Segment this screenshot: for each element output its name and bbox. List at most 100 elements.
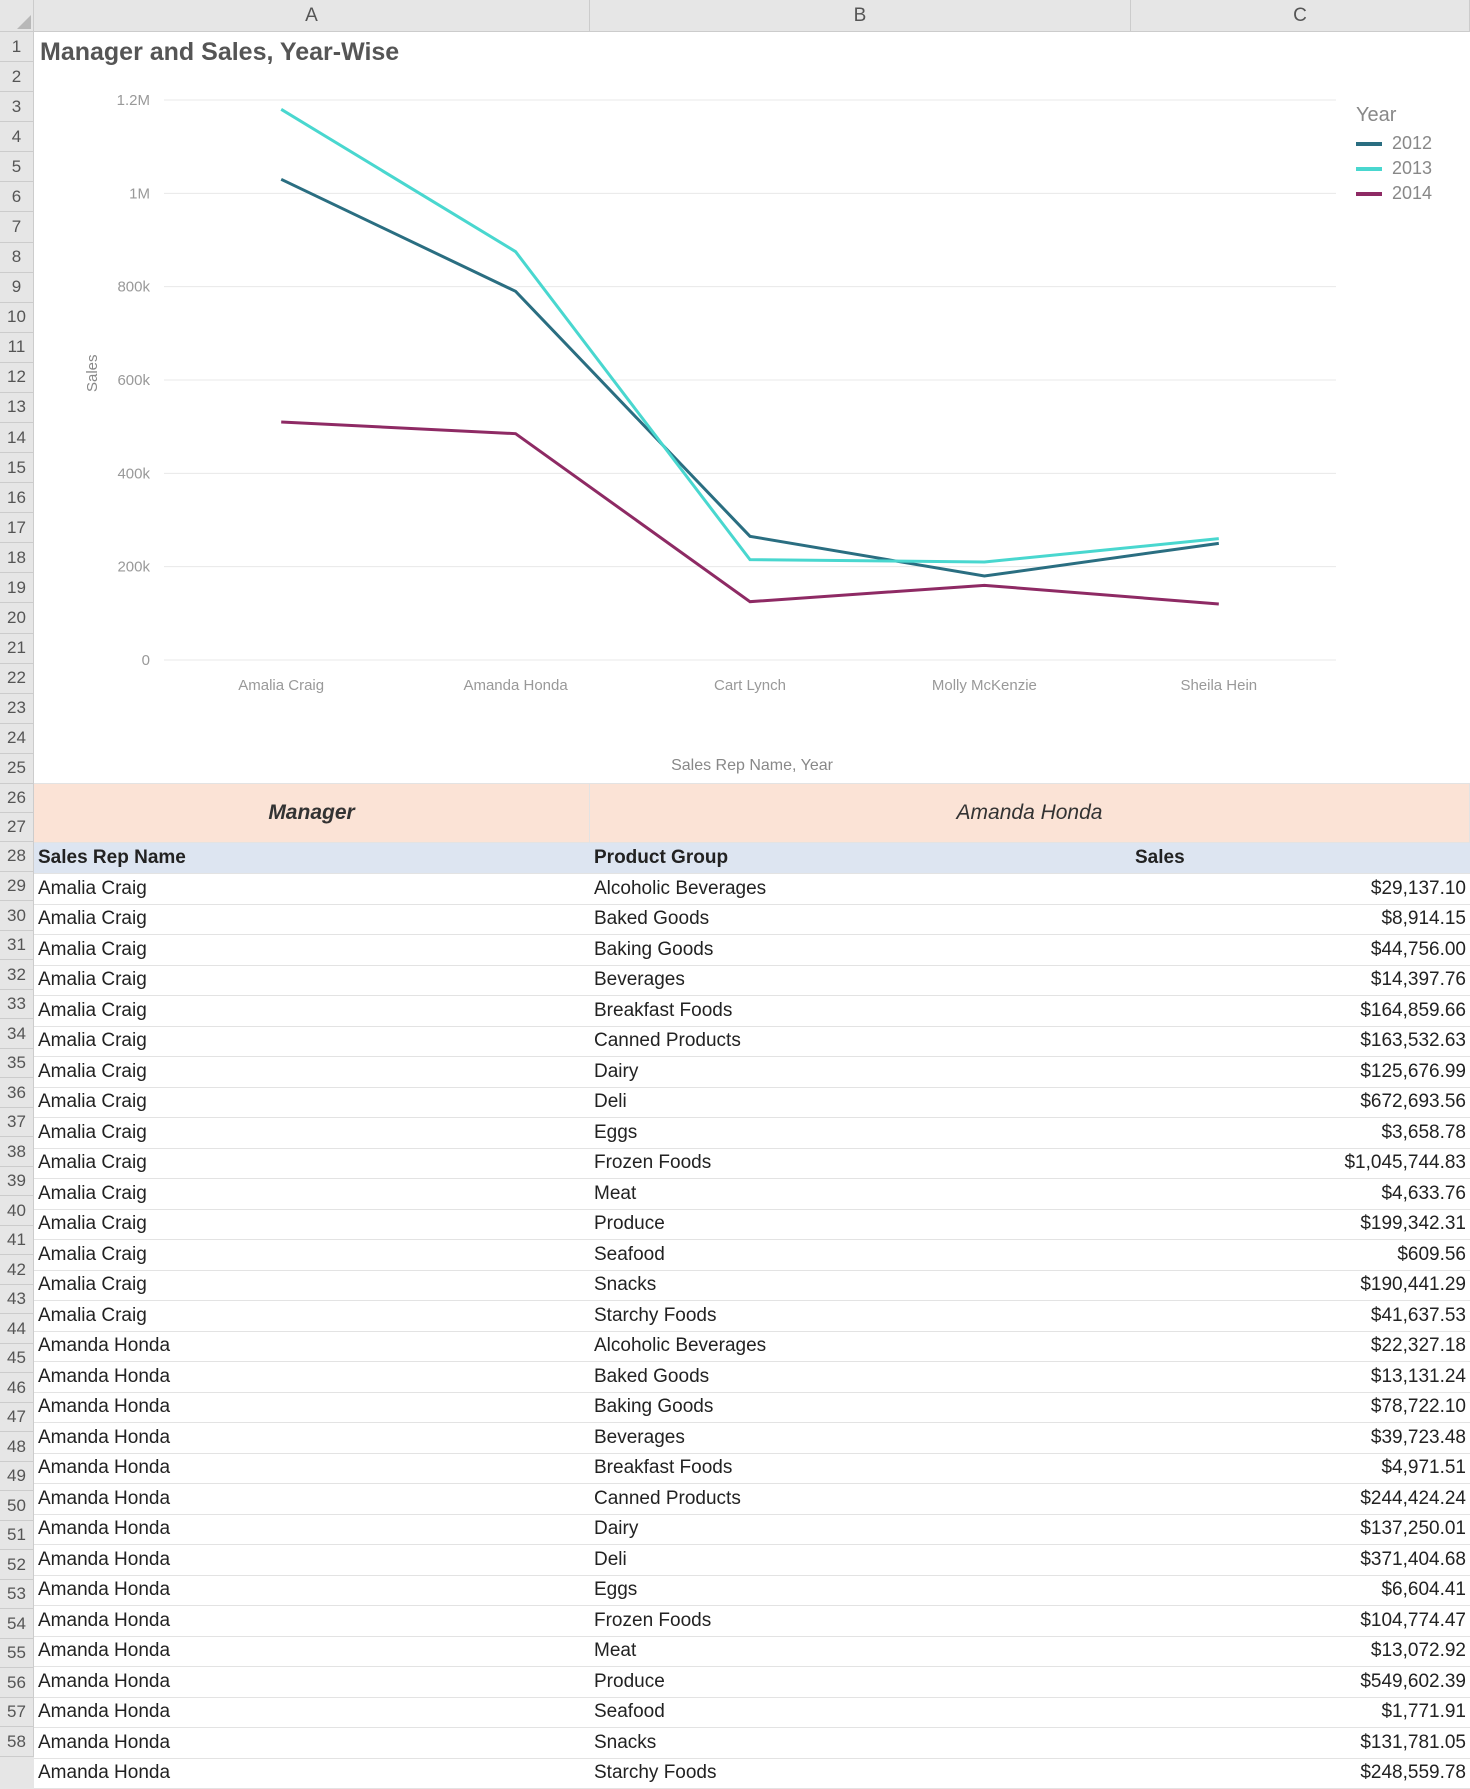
manager-label-cell[interactable]: Manager	[34, 784, 590, 842]
row-header-41[interactable]: 41	[0, 1226, 34, 1256]
row-header-8[interactable]: 8	[0, 243, 34, 273]
row-header-15[interactable]: 15	[0, 453, 34, 483]
cell-sales-rep-name[interactable]: Amanda Honda	[34, 1423, 590, 1453]
cell-sales[interactable]: $190,441.29	[1131, 1271, 1470, 1301]
row-header-18[interactable]: 18	[0, 543, 34, 573]
row-header-50[interactable]: 50	[0, 1491, 34, 1521]
cell-sales-rep-name[interactable]: Amalia Craig	[34, 1210, 590, 1240]
select-all-corner[interactable]	[0, 0, 34, 32]
row-header-49[interactable]: 49	[0, 1462, 34, 1492]
cell-sales[interactable]: $164,859.66	[1131, 996, 1470, 1026]
cell-product-group[interactable]: Breakfast Foods	[590, 1454, 1131, 1484]
cell-sales-rep-name[interactable]: Amanda Honda	[34, 1637, 590, 1667]
cell-sales[interactable]: $13,072.92	[1131, 1637, 1470, 1667]
cell-sales[interactable]: $131,781.05	[1131, 1728, 1470, 1758]
row-header-3[interactable]: 3	[0, 92, 34, 122]
row-header-24[interactable]: 24	[0, 724, 34, 754]
cell-sales-rep-name[interactable]: Amalia Craig	[34, 935, 590, 965]
row-header-58[interactable]: 58	[0, 1727, 34, 1757]
cell-sales[interactable]: $248,559.78	[1131, 1759, 1470, 1789]
row-header-44[interactable]: 44	[0, 1314, 34, 1344]
row-header-10[interactable]: 10	[0, 303, 34, 333]
cell-sales[interactable]: $672,693.56	[1131, 1088, 1470, 1118]
cell-product-group[interactable]: Baked Goods	[590, 905, 1131, 935]
row-header-7[interactable]: 7	[0, 212, 34, 242]
cell-sales[interactable]: $163,532.63	[1131, 1027, 1470, 1057]
row-header-48[interactable]: 48	[0, 1432, 34, 1462]
row-header-43[interactable]: 43	[0, 1285, 34, 1315]
row-header-33[interactable]: 33	[0, 990, 34, 1020]
cell-sales[interactable]: $6,604.41	[1131, 1576, 1470, 1606]
row-header-14[interactable]: 14	[0, 423, 34, 453]
cell-sales-rep-name[interactable]: Amanda Honda	[34, 1728, 590, 1758]
row-header-5[interactable]: 5	[0, 152, 34, 182]
row-header-27[interactable]: 27	[0, 813, 34, 842]
cell-product-group[interactable]: Meat	[590, 1179, 1131, 1209]
row-header-21[interactable]: 21	[0, 634, 34, 664]
cell-sales[interactable]: $125,676.99	[1131, 1057, 1470, 1087]
cell-product-group[interactable]: Canned Products	[590, 1484, 1131, 1514]
cell-sales-rep-name[interactable]: Amanda Honda	[34, 1454, 590, 1484]
cell-sales[interactable]: $41,637.53	[1131, 1301, 1470, 1331]
cell-product-group[interactable]: Frozen Foods	[590, 1149, 1131, 1179]
cell-product-group[interactable]: Baked Goods	[590, 1362, 1131, 1392]
row-header-2[interactable]: 2	[0, 62, 34, 92]
cell-sales[interactable]: $609.56	[1131, 1240, 1470, 1270]
row-header-6[interactable]: 6	[0, 182, 34, 212]
cell-sales-rep-name[interactable]: Amalia Craig	[34, 1149, 590, 1179]
cell-product-group[interactable]: Dairy	[590, 1057, 1131, 1087]
row-header-20[interactable]: 20	[0, 603, 34, 633]
cell-sales[interactable]: $199,342.31	[1131, 1210, 1470, 1240]
cell-sales[interactable]: $8,914.15	[1131, 905, 1470, 935]
cell-product-group[interactable]: Beverages	[590, 966, 1131, 996]
cell-sales[interactable]: $3,658.78	[1131, 1118, 1470, 1148]
header-product-group[interactable]: Product Group	[590, 843, 1131, 873]
row-header-19[interactable]: 19	[0, 573, 34, 603]
cell-sales-rep-name[interactable]: Amanda Honda	[34, 1484, 590, 1514]
cell-sales[interactable]: $44,756.00	[1131, 935, 1470, 965]
row-header-22[interactable]: 22	[0, 664, 34, 694]
cell-sales-rep-name[interactable]: Amanda Honda	[34, 1576, 590, 1606]
row-header-38[interactable]: 38	[0, 1137, 34, 1167]
row-header-9[interactable]: 9	[0, 273, 34, 303]
cell-product-group[interactable]: Starchy Foods	[590, 1759, 1131, 1789]
row-header-25[interactable]: 25	[0, 754, 34, 784]
row-header-34[interactable]: 34	[0, 1019, 34, 1049]
cell-sales-rep-name[interactable]: Amalia Craig	[34, 1240, 590, 1270]
column-header-A[interactable]: A	[34, 0, 590, 32]
row-header-17[interactable]: 17	[0, 513, 34, 543]
row-header-16[interactable]: 16	[0, 483, 34, 513]
cell-sales-rep-name[interactable]: Amalia Craig	[34, 1118, 590, 1148]
row-header-39[interactable]: 39	[0, 1167, 34, 1197]
legend-item[interactable]: 2014	[1356, 183, 1432, 204]
cell-product-group[interactable]: Eggs	[590, 1576, 1131, 1606]
cell-product-group[interactable]: Starchy Foods	[590, 1301, 1131, 1331]
cell-product-group[interactable]: Meat	[590, 1637, 1131, 1667]
cell-sales-rep-name[interactable]: Amanda Honda	[34, 1332, 590, 1362]
row-header-28[interactable]: 28	[0, 842, 34, 872]
cell-sales-rep-name[interactable]: Amanda Honda	[34, 1667, 590, 1697]
header-sales[interactable]: Sales	[1131, 843, 1470, 873]
cell-sales-rep-name[interactable]: Amalia Craig	[34, 996, 590, 1026]
cell-product-group[interactable]: Frozen Foods	[590, 1606, 1131, 1636]
cell-product-group[interactable]: Produce	[590, 1210, 1131, 1240]
cell-sales-rep-name[interactable]: Amalia Craig	[34, 1271, 590, 1301]
column-header-B[interactable]: B	[590, 0, 1131, 32]
cell-product-group[interactable]: Seafood	[590, 1240, 1131, 1270]
cell-product-group[interactable]: Baking Goods	[590, 1393, 1131, 1423]
row-header-51[interactable]: 51	[0, 1521, 34, 1551]
cell-sales-rep-name[interactable]: Amanda Honda	[34, 1545, 590, 1575]
row-header-47[interactable]: 47	[0, 1403, 34, 1433]
cell-sales[interactable]: $29,137.10	[1131, 874, 1470, 904]
cell-sales[interactable]: $371,404.68	[1131, 1545, 1470, 1575]
row-header-55[interactable]: 55	[0, 1639, 34, 1669]
row-header-35[interactable]: 35	[0, 1049, 34, 1079]
manager-value-cell[interactable]: Amanda Honda	[590, 784, 1470, 842]
row-header-29[interactable]: 29	[0, 872, 34, 902]
cell-sales[interactable]: $244,424.24	[1131, 1484, 1470, 1514]
row-header-56[interactable]: 56	[0, 1668, 34, 1698]
cell-sales-rep-name[interactable]: Amalia Craig	[34, 905, 590, 935]
row-header-46[interactable]: 46	[0, 1373, 34, 1403]
cell-product-group[interactable]: Snacks	[590, 1271, 1131, 1301]
cell-sales-rep-name[interactable]: Amalia Craig	[34, 1027, 590, 1057]
